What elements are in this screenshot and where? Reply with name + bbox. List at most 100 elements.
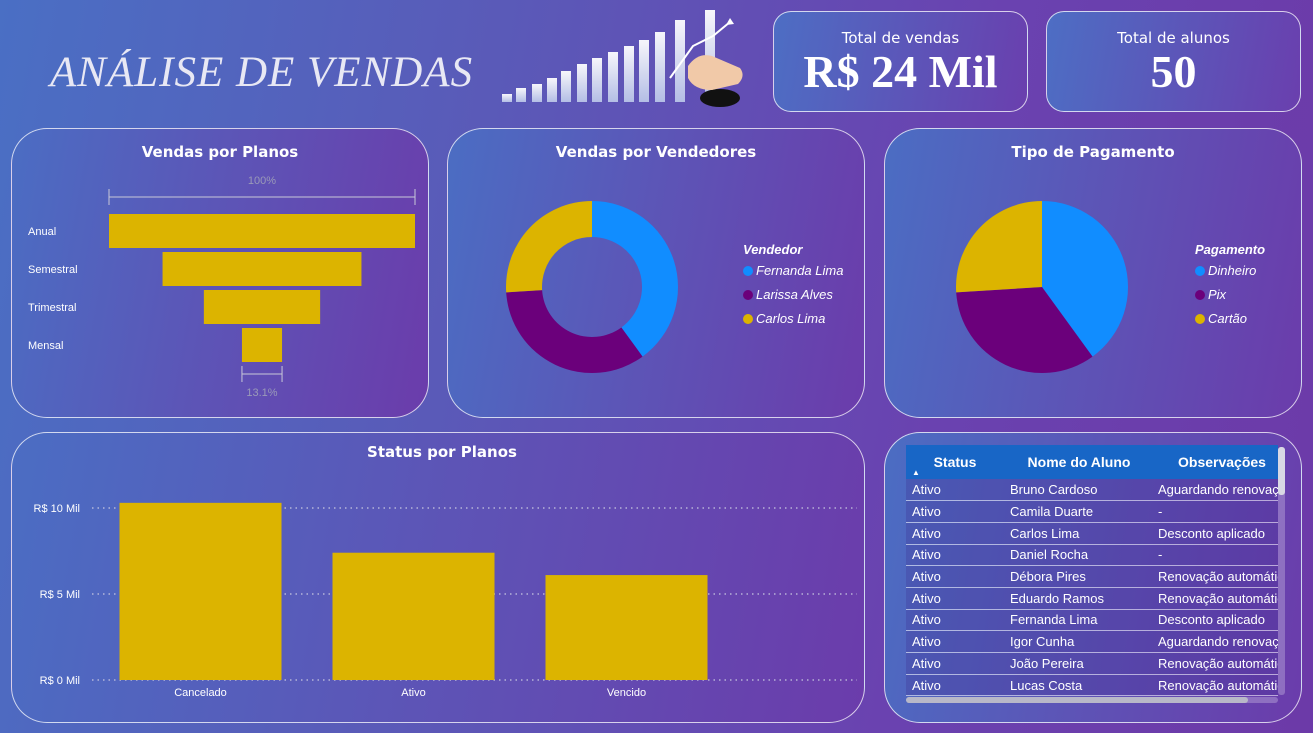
column-header-status[interactable]: Status ▲ [906,445,1004,479]
total-sales-label: Total de vendas [841,29,960,47]
legend-dot [743,265,753,276]
cell-student-name: Débora Pires [1004,565,1154,588]
cell-notes: - [1154,500,1278,523]
legend-label: Carlos Lima [756,311,826,326]
table-row[interactable]: Ativo Carlos Lima Desconto aplicado [906,522,1278,545]
legend-item[interactable]: Dinheiro [1195,263,1265,278]
funnel-top-percent: 100% [248,175,276,187]
y-tick-label: R$ 5 Mil [40,589,80,601]
funnel-category-label: Anual [28,226,56,238]
column-header-notes[interactable]: Observações [1154,445,1278,479]
donut-legend: Vendedor Fernanda Lima Larissa Alves Car… [743,242,843,335]
horizontal-scrollbar-thumb[interactable] [906,697,1248,703]
cell-notes: Desconto aplicado [1154,609,1278,632]
table-row[interactable]: AtivoBruno CardosoAguardando renovação [906,479,1278,502]
status-bar[interactable] [545,575,708,680]
cell-student-name: Carlos Lima [1004,522,1154,545]
cell-student-name: Igor Cunha [1004,630,1154,653]
cell-status: Ativo [906,565,1004,588]
cell-status: Ativo [906,587,1004,610]
pie-legend-title: Pagamento [1195,242,1266,257]
legend-dot [1195,265,1205,276]
cell-status: Ativo [906,544,1004,567]
y-tick-label: R$ 0 Mil [40,675,80,687]
cell-status: Ativo [906,630,1004,653]
legend-item[interactable]: Carlos Lima [743,311,843,326]
donut-slice[interactable] [592,201,678,357]
cell-notes: Aguardando renovação [1154,630,1278,653]
legend-item[interactable]: Pix [1195,287,1265,302]
legend-label: Dinheiro [1208,263,1257,278]
donut-slice[interactable] [506,290,643,373]
funnel-bar[interactable] [241,328,283,362]
cell-student-name: Lucas Costa [1004,674,1154,697]
table-row[interactable]: AtivoIgor CunhaAguardando renovação [906,630,1278,653]
donut-legend-title: Vendedor [743,242,803,257]
legend-label: Fernanda Lima [756,263,844,278]
funnel-bottom-percent: 13.1% [246,387,277,399]
legend-item[interactable]: Larissa Alves [743,287,843,302]
total-students-label: Total de alunos [1117,29,1230,47]
cell-student-name: João Pereira [1004,652,1154,675]
table-row[interactable]: Ativo João Pereira Renovação automática [906,652,1278,675]
cell-status: Ativo [906,500,1004,523]
cell-student-name: Fernanda Lima [1004,609,1154,632]
cell-status: Ativo [906,522,1004,545]
funnel-card: Vendas por Planos 100% Anual Semestral Trim… [11,128,429,418]
cell-status: Ativo [906,674,1004,697]
pie-slice[interactable] [956,201,1042,293]
column-header-name[interactable]: Nome do Aluno [1004,445,1154,479]
legend-label: Cartão [1208,311,1248,326]
column-header-label: Status [933,454,977,470]
students-table: Status ▲ Nome do Aluno Observações Ativo… [906,445,1278,703]
table-row[interactable]: Ativo Lucas Costa Renovação automática [906,674,1278,697]
x-category-label: Vencido [607,687,646,699]
legend-dot [743,313,753,324]
pie-legend: Pagamento Dinheiro Pix Cartão [1195,242,1265,335]
funnel-bar[interactable] [162,252,362,286]
legend-label: Pix [1208,287,1227,302]
cell-status: Ativo [906,652,1004,675]
x-category-label: Ativo [401,687,425,699]
cell-status: Ativo [906,479,1004,502]
status-bar[interactable] [332,552,495,680]
legend-item[interactable]: Cartão [1195,311,1265,326]
y-tick-label: R$ 10 Mil [34,503,80,515]
sort-ascending-icon: ▲ [912,468,920,477]
funnel-category-label: Mensal [28,340,63,352]
funnel-category-label: Trimestral [28,302,76,314]
table-row[interactable]: Ativo Fernanda Lima Desconto aplicado [906,609,1278,632]
total-students-card: Total de alunos 50 [1046,11,1301,112]
cell-notes: Renovação automática [1154,674,1278,697]
table-row[interactable]: Ativo Daniel Rocha - [906,544,1278,567]
cell-student-name: Eduardo Ramos [1004,587,1154,610]
cell-notes: Renovação automática [1154,565,1278,588]
funnel-chart: 100% Anual Semestral Trimestral Mensal 13.1% [28,175,416,399]
funnel-category-label: Semestral [28,264,78,276]
total-sales-card: Total de vendas R$ 24 Mil [773,11,1028,112]
legend-label: Larissa Alves [756,287,833,302]
column-header-label: Observações [1178,454,1266,470]
status-card: Status por Planos R$ 0 Mil R$ 5 Mil R$ 10 … [11,432,865,723]
table-row[interactable]: Ativo Débora Pires Renovação automática [906,565,1278,588]
funnel-bar[interactable] [109,214,415,248]
donut-slice[interactable] [506,201,592,293]
cell-student-name: Bruno Cardoso [1004,479,1154,502]
legend-dot [1195,313,1205,324]
column-header-label: Nome do Aluno [1027,454,1131,470]
cell-notes: Renovação automática [1154,587,1278,610]
vertical-scrollbar-thumb[interactable] [1278,447,1285,495]
table-row[interactable]: Ativo Eduardo Ramos Renovação automática [906,587,1278,610]
table-row[interactable]: Ativo Camila Duarte - [906,500,1278,523]
x-category-label: Cancelado [174,687,227,699]
growth-bars-hand-icon [502,10,743,107]
funnel-bar[interactable] [203,290,321,324]
cell-student-name: Camila Duarte [1004,500,1154,523]
pie-card: Tipo de Pagamento Pagamento Dinheiro Pix… [884,128,1302,418]
status-bar[interactable] [119,502,282,680]
legend-dot [1195,289,1205,300]
legend-item[interactable]: Fernanda Lima [743,263,843,278]
legend-dot [743,289,753,300]
cell-notes: Aguardando renovação [1154,479,1278,502]
dashboard-title: ANÁLISE DE VENDAS [50,49,474,96]
